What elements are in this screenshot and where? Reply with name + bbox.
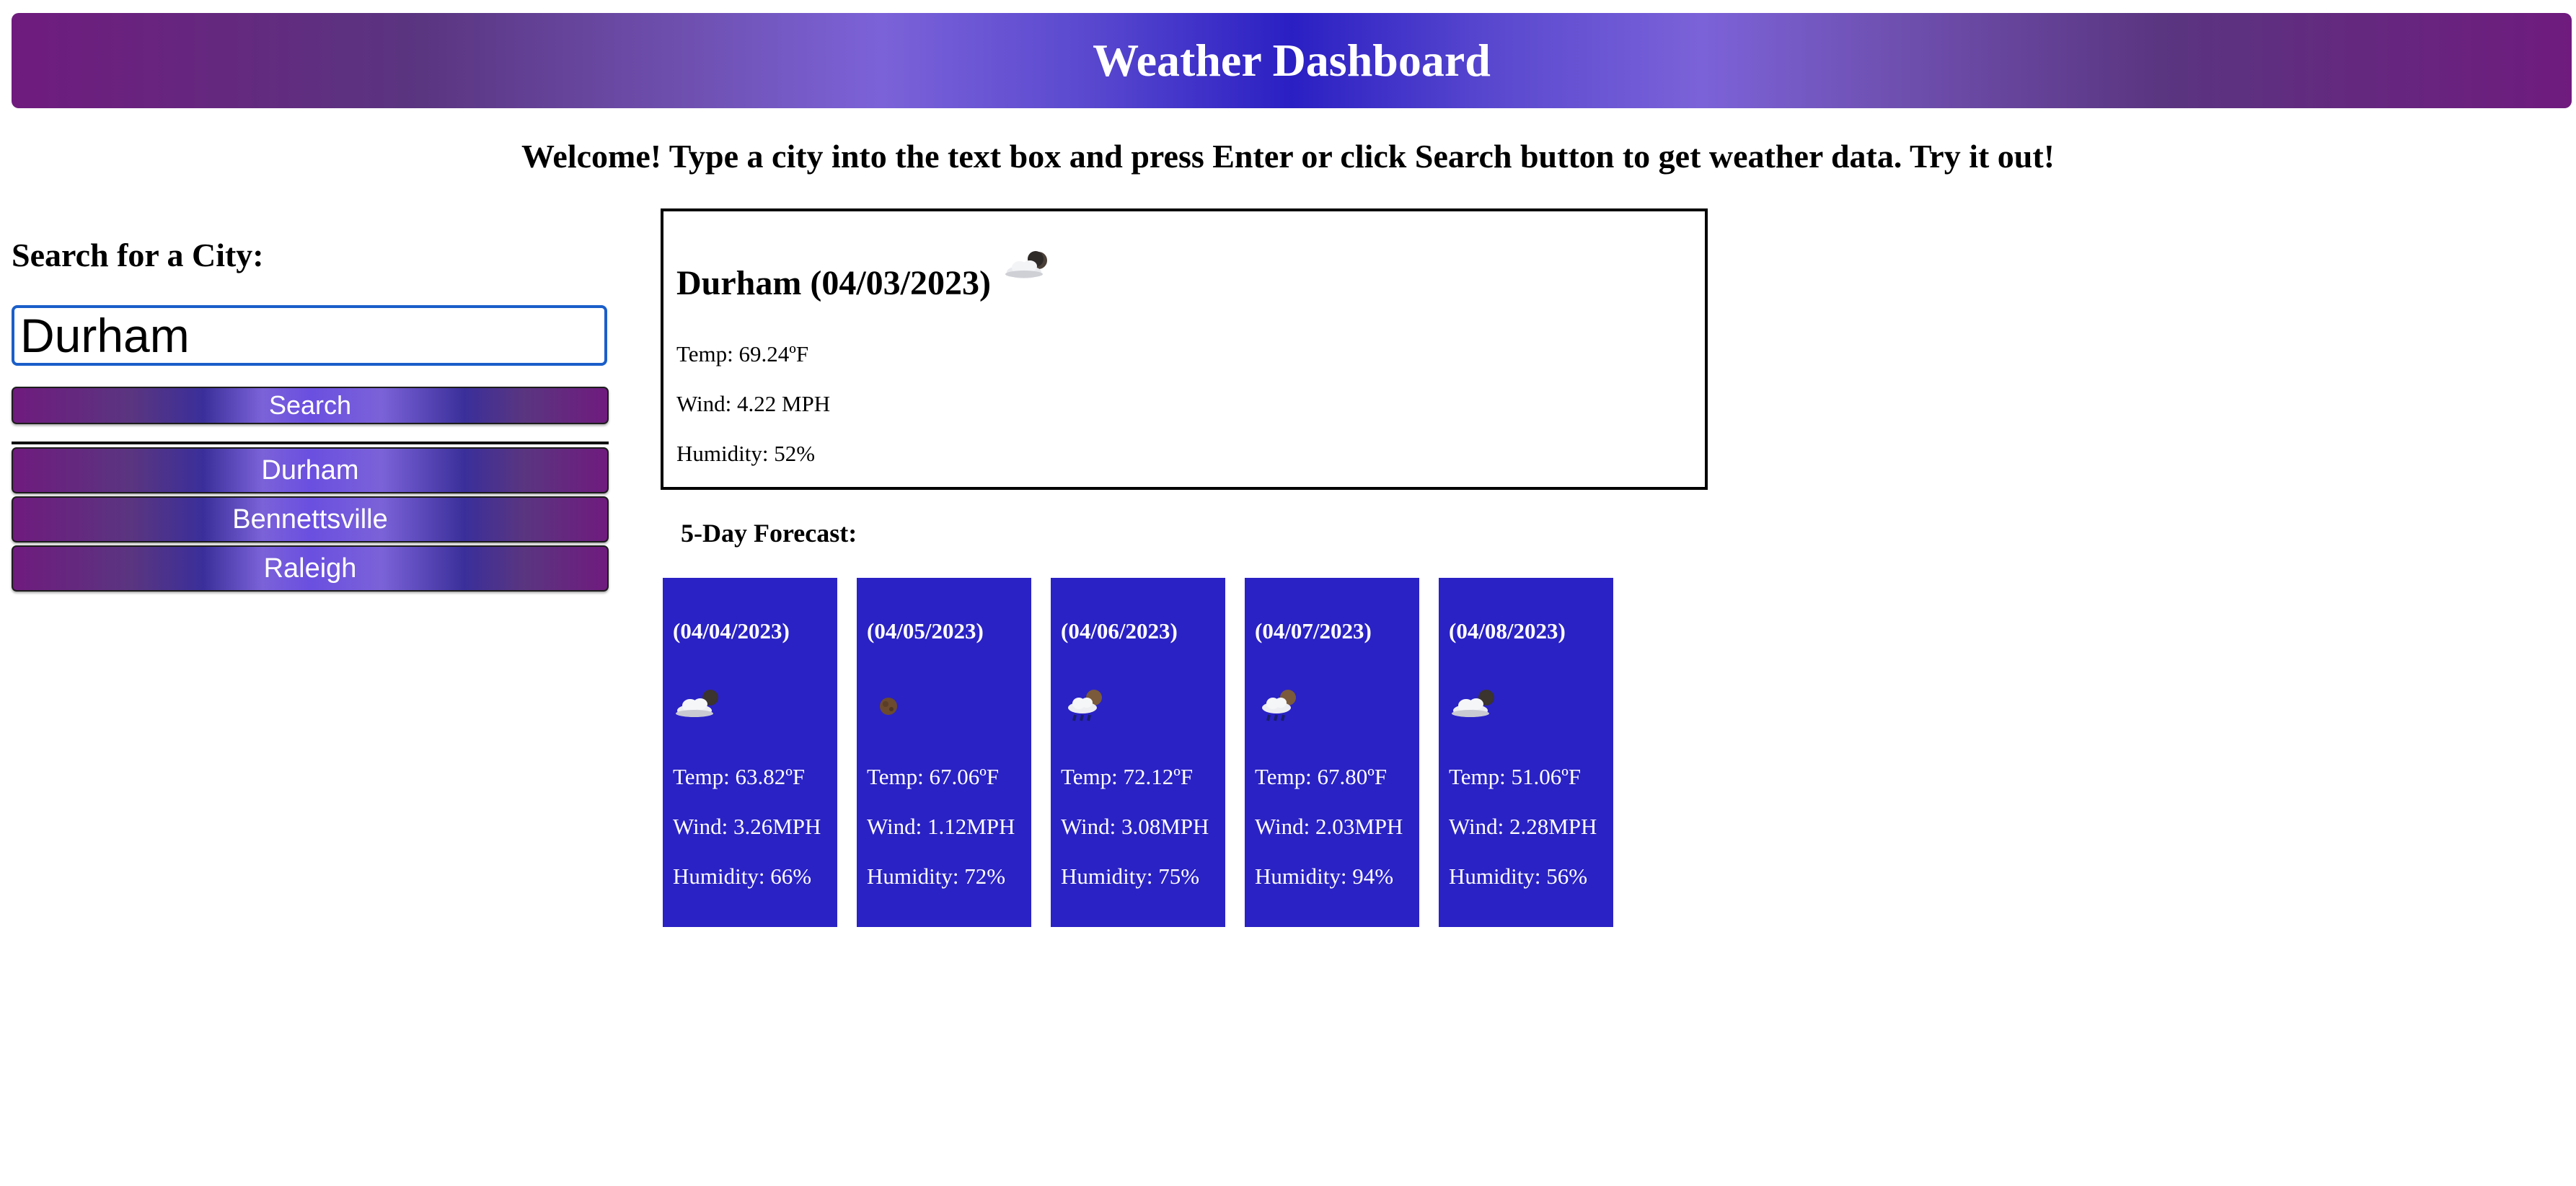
rain-moon-icon: [1061, 685, 1119, 725]
forecast-wind: Wind: 1.12MPH: [867, 814, 1015, 839]
forecast-heading: 5-Day Forecast:: [681, 519, 857, 548]
current-wind: Wind: 4.22 MPH: [676, 391, 831, 416]
forecast-wind: Wind: 3.08MPH: [1061, 814, 1209, 839]
forecast-card: (04/04/2023) Temp: 63.82ºF Wind: 3.26MPH…: [663, 578, 837, 927]
cloud-moon-icon: [673, 685, 731, 725]
current-city-title: Durham (04/03/2023): [676, 264, 991, 302]
forecast-card: (04/06/2023) Temp: 72.12ºF Wind: 3.08MPH…: [1051, 578, 1225, 927]
forecast-date: (04/06/2023): [1061, 618, 1178, 643]
history-button-raleigh[interactable]: Raleigh: [12, 545, 609, 592]
forecast-card: (04/08/2023) Temp: 51.06ºF Wind: 2.28MPH…: [1439, 578, 1613, 927]
forecast-temp: Temp: 63.82ºF: [673, 764, 806, 789]
forecast-date: (04/04/2023): [673, 618, 790, 643]
search-heading: Search for a City:: [12, 237, 264, 273]
page-title: Weather Dashboard: [1093, 35, 1491, 86]
city-search-input[interactable]: [12, 305, 607, 366]
forecast-wind: Wind: 3.26MPH: [673, 814, 821, 839]
cloud-moon-icon: [1002, 249, 1057, 285]
forecast-humidity: Humidity: 56%: [1449, 864, 1588, 889]
history-button-durham[interactable]: Durham: [12, 447, 609, 493]
history-button-bennettsville[interactable]: Bennettsville: [12, 496, 609, 543]
forecast-date: (04/05/2023): [867, 618, 984, 643]
forecast-wind: Wind: 2.03MPH: [1255, 814, 1403, 839]
forecast-card: (04/07/2023) Temp: 67.80ºF Wind: 2.03MPH…: [1245, 578, 1419, 927]
forecast-humidity: Humidity: 72%: [867, 864, 1006, 889]
forecast-temp: Temp: 72.12ºF: [1061, 764, 1194, 789]
moon-icon: [867, 685, 925, 725]
cloud-moon-icon: [1449, 685, 1507, 725]
welcome-message: Welcome! Type a city into the text box a…: [521, 138, 2055, 175]
current-humidity: Humidity: 52%: [676, 441, 816, 466]
current-temp: Temp: 69.24ºF: [676, 341, 809, 366]
rain-moon-icon: [1255, 685, 1313, 725]
forecast-humidity: Humidity: 66%: [673, 864, 812, 889]
forecast-humidity: Humidity: 75%: [1061, 864, 1200, 889]
forecast-card: (04/05/2023) Temp: 67.06ºF Wind: 1.12MPH…: [857, 578, 1031, 927]
forecast-date: (04/08/2023): [1449, 618, 1566, 643]
forecast-temp: Temp: 51.06ºF: [1449, 764, 1582, 789]
current-weather-panel: Durham (04/03/2023) Temp: 69.24ºF Wind: …: [661, 208, 1708, 490]
forecast-temp: Temp: 67.80ºF: [1255, 764, 1388, 789]
search-divider: [12, 442, 609, 444]
forecast-wind: Wind: 2.28MPH: [1449, 814, 1597, 839]
page-header: Weather Dashboard: [12, 13, 2572, 108]
forecast-date: (04/07/2023): [1255, 618, 1372, 643]
forecast-humidity: Humidity: 94%: [1255, 864, 1394, 889]
search-button[interactable]: Search: [12, 387, 609, 424]
forecast-temp: Temp: 67.06ºF: [867, 764, 1000, 789]
